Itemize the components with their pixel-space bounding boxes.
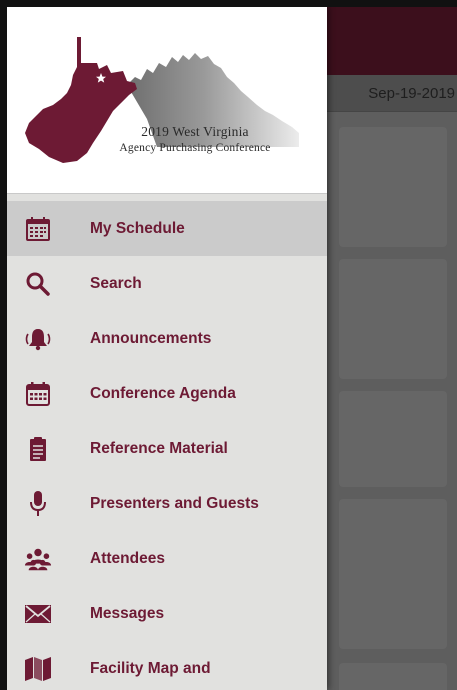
microphone-icon [24, 490, 52, 518]
menu-item-facility-map[interactable]: Facility Map and [7, 641, 327, 690]
conference-title: 2019 West Virginia Agency Purchasing Con… [85, 124, 305, 156]
schedule-card[interactable] [339, 127, 447, 247]
navigation-drawer: 2019 West Virginia Agency Purchasing Con… [7, 7, 327, 690]
envelope-icon [24, 600, 52, 628]
menu-label-facility-map: Facility Map and [90, 660, 211, 677]
drawer-menu: My Schedule Search Announcements Confere… [7, 201, 327, 690]
menu-item-attendees[interactable]: Attendees [7, 531, 327, 586]
menu-label-reference-material: Reference Material [90, 440, 228, 457]
menu-item-search[interactable]: Search [7, 256, 327, 311]
menu-label-attendees: Attendees [90, 550, 165, 567]
conference-logo [25, 37, 299, 163]
menu-label-messages: Messages [90, 605, 165, 622]
map-icon [24, 655, 52, 683]
conference-title-line1: 2019 West Virginia [141, 124, 249, 139]
bell-icon [24, 325, 52, 353]
conference-title-line2: Agency Purchasing Conference [119, 142, 271, 154]
menu-label-my-schedule: My Schedule [90, 220, 185, 237]
clipboard-icon [24, 435, 52, 463]
menu-label-announcements: Announcements [90, 330, 212, 347]
menu-item-conference-agenda[interactable]: Conference Agenda [7, 366, 327, 421]
calendar-icon [24, 380, 52, 408]
schedule-card[interactable] [339, 499, 447, 649]
menu-label-search: Search [90, 275, 142, 292]
date-tab[interactable]: Sep-19-2019 [368, 85, 455, 102]
people-icon [24, 545, 52, 573]
menu-item-messages[interactable]: Messages [7, 586, 327, 641]
phone-screen: Sep-19-2019 2019 West Virginia Agency Pu… [7, 7, 457, 690]
menu-item-announcements[interactable]: Announcements [7, 311, 327, 366]
schedule-card[interactable] [339, 259, 447, 379]
menu-item-reference-material[interactable]: Reference Material [7, 421, 327, 476]
schedule-card[interactable] [339, 663, 447, 690]
search-icon [24, 270, 52, 298]
menu-label-presenters-and-guests: Presenters and Guests [90, 495, 259, 512]
schedule-icon [24, 215, 52, 243]
screen-frame: Sep-19-2019 2019 West Virginia Agency Pu… [0, 0, 457, 690]
drawer-header: 2019 West Virginia Agency Purchasing Con… [7, 7, 327, 194]
schedule-card[interactable] [339, 391, 447, 487]
menu-item-my-schedule[interactable]: My Schedule [7, 201, 327, 256]
menu-label-conference-agenda: Conference Agenda [90, 385, 236, 402]
menu-item-presenters-and-guests[interactable]: Presenters and Guests [7, 476, 327, 531]
